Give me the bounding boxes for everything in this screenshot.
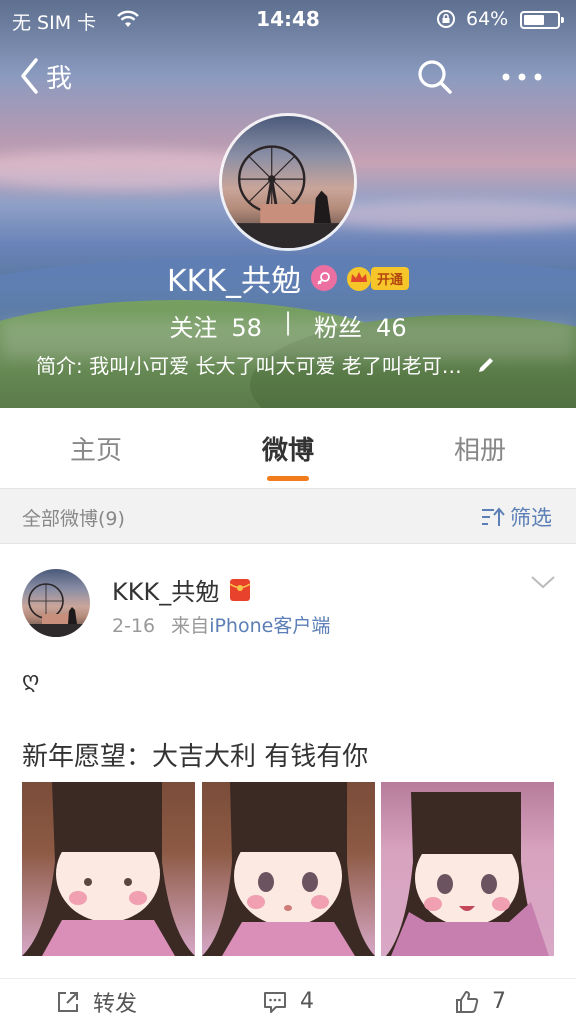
back-button[interactable]: 我 bbox=[18, 56, 72, 96]
following-count[interactable]: 关注 58 bbox=[169, 308, 262, 343]
profile-name-row: KKK_共勉 开通 bbox=[0, 256, 576, 300]
post-meta: 2-16 来自iPhone客户端 bbox=[112, 615, 331, 637]
post-image[interactable] bbox=[22, 782, 195, 956]
crown-icon bbox=[347, 267, 371, 291]
weibo-post: KKK_共勉 2-16 来自iPhone客户端 ღ 新年愿望：大吉大利 有钱有你 bbox=[0, 544, 576, 1024]
post-actions: 转发 4 7 bbox=[0, 978, 576, 1024]
profile-header: 无 SIM 卡 14:48 64% 我 KKK_共勉 开通 关注 58 | 粉丝… bbox=[0, 0, 576, 408]
battery-percent: 64% bbox=[466, 8, 509, 30]
nav-bar: 我 bbox=[0, 52, 576, 102]
pencil-icon[interactable] bbox=[476, 355, 496, 375]
tab-weibo[interactable]: 微博 bbox=[192, 408, 384, 488]
chevron-down-icon[interactable] bbox=[530, 574, 556, 590]
comment-button[interactable]: 4 bbox=[192, 979, 384, 1024]
chevron-left-icon bbox=[21, 58, 38, 94]
profile-name: KKK_共勉 bbox=[166, 264, 301, 299]
filter-bar: 全部微博(9) 筛选 bbox=[0, 488, 576, 544]
post-date: 2-16 bbox=[112, 615, 156, 637]
filter-icon bbox=[482, 507, 505, 526]
comment-count: 4 bbox=[300, 989, 314, 1014]
search-icon[interactable] bbox=[416, 58, 454, 96]
status-bar: 无 SIM 卡 14:48 64% bbox=[0, 0, 576, 40]
repost-label: 转发 bbox=[92, 991, 137, 1017]
vip-open-label: 开通 bbox=[371, 266, 410, 290]
bio: 简介: 我叫小可爱 长大了叫大可爱 老了叫老可… bbox=[36, 350, 556, 379]
post-image-gallery bbox=[22, 782, 554, 956]
tab-album[interactable]: 相册 bbox=[384, 408, 576, 488]
more-icon[interactable] bbox=[498, 58, 546, 96]
filter-button[interactable]: 筛选 bbox=[480, 502, 552, 532]
like-button[interactable]: 7 bbox=[384, 979, 576, 1024]
vip-open-badge[interactable]: 开通 bbox=[345, 265, 410, 291]
ferris-wheel-photo bbox=[222, 145, 354, 248]
red-envelope-icon bbox=[229, 578, 251, 601]
follow-stats: 关注 58 | 粉丝 46 bbox=[0, 308, 576, 343]
tab-home[interactable]: 主页 bbox=[0, 408, 192, 488]
thumbs-up-icon bbox=[456, 990, 479, 1013]
comment-icon bbox=[264, 991, 286, 1013]
avatar[interactable] bbox=[219, 113, 357, 251]
filter-label: 筛选 bbox=[510, 506, 552, 530]
active-tab-indicator bbox=[267, 476, 309, 481]
back-label: 我 bbox=[46, 63, 73, 94]
post-source[interactable]: iPhone客户端 bbox=[209, 615, 330, 637]
battery-icon bbox=[520, 11, 564, 29]
post-count-label: 全部微博(9) bbox=[22, 508, 125, 530]
rotation-lock-icon bbox=[437, 10, 455, 28]
like-count: 7 bbox=[492, 989, 506, 1014]
female-gender-icon bbox=[311, 265, 337, 291]
divider: | bbox=[283, 308, 293, 336]
post-author[interactable]: KKK_共勉 bbox=[112, 572, 251, 607]
post-image[interactable] bbox=[381, 782, 554, 956]
post-emoji: ღ bbox=[22, 668, 40, 693]
post-image[interactable] bbox=[201, 782, 375, 956]
post-author-name: KKK_共勉 bbox=[112, 578, 220, 606]
repost-button[interactable]: 转发 bbox=[0, 979, 192, 1024]
followers-count[interactable]: 粉丝 46 bbox=[314, 308, 407, 343]
bio-text: 简介: 我叫小可爱 长大了叫大可爱 老了叫老可… bbox=[36, 354, 462, 378]
post-author-avatar[interactable] bbox=[22, 569, 90, 637]
post-text: 新年愿望：大吉大利 有钱有你 bbox=[22, 742, 369, 772]
profile-tabs: 主页 微博 相册 bbox=[0, 408, 576, 488]
share-icon bbox=[57, 991, 78, 1012]
